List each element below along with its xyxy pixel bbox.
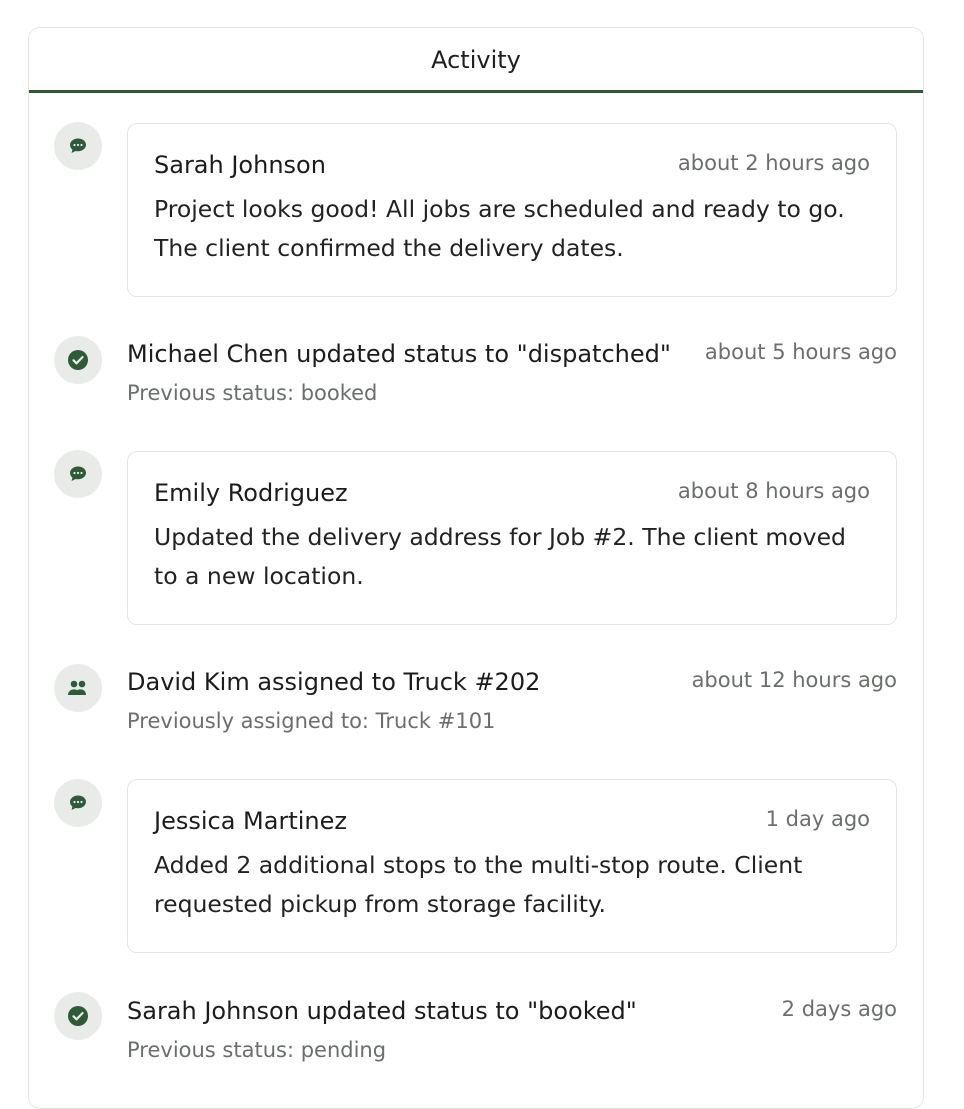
comment-body: Updated the delivery address for Job #2.…	[154, 523, 846, 590]
check-circle-icon	[54, 992, 102, 1040]
chat-bubble-icon	[54, 779, 102, 827]
activity-panel: Activity Sarah Johnson about 2 hours ago…	[28, 27, 924, 1109]
event-timestamp: 2 days ago	[781, 997, 897, 1021]
comment-card: Jessica Martinez 1 day ago Added 2 addit…	[127, 779, 897, 953]
event-timestamp: about 5 hours ago	[704, 340, 897, 364]
event-title: Michael Chen updated status to "dispatch…	[127, 340, 671, 368]
comment-body: Project looks good! All jobs are schedul…	[154, 195, 845, 262]
panel-header: Activity	[29, 28, 923, 93]
comment-card: Sarah Johnson about 2 hours ago Project …	[127, 123, 897, 297]
assignment-event: David Kim assigned to Truck #202 about 1…	[127, 665, 897, 735]
chat-bubble-icon	[54, 122, 102, 170]
event-detail: Previous status: pending	[127, 1038, 387, 1062]
check-circle-icon	[54, 336, 102, 384]
comment-author: Jessica Martinez	[154, 807, 347, 835]
event-timestamp: about 12 hours ago	[691, 668, 897, 692]
comment-card: Emily Rodriguez about 8 hours ago Update…	[127, 451, 897, 625]
comment-body: Added 2 additional stops to the multi-st…	[154, 851, 803, 918]
comment-timestamp: about 8 hours ago	[677, 479, 870, 503]
comment-timestamp: about 2 hours ago	[677, 151, 870, 175]
chat-bubble-icon	[54, 450, 102, 498]
status-event: Michael Chen updated status to "dispatch…	[127, 337, 897, 407]
tab-activity[interactable]: Activity	[431, 46, 521, 74]
event-detail: Previously assigned to: Truck #101	[127, 709, 496, 733]
event-title: Sarah Johnson updated status to "booked"	[127, 997, 637, 1025]
users-icon	[54, 664, 102, 712]
status-event: Sarah Johnson updated status to "booked"…	[127, 994, 897, 1064]
event-title: David Kim assigned to Truck #202	[127, 668, 541, 696]
event-detail: Previous status: booked	[127, 381, 378, 405]
comment-author: Sarah Johnson	[154, 151, 326, 179]
comment-author: Emily Rodriguez	[154, 479, 348, 507]
comment-timestamp: 1 day ago	[765, 807, 870, 831]
